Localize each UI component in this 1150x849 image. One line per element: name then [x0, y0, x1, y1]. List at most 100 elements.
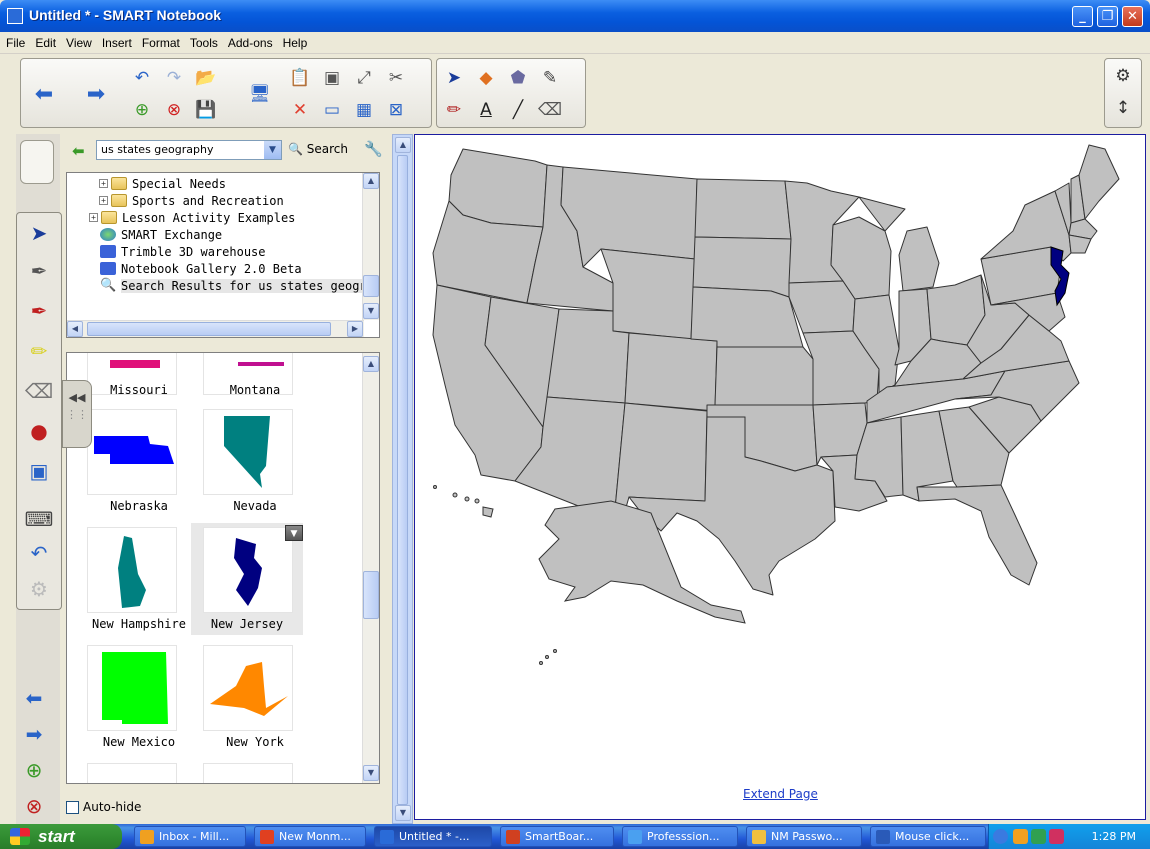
- open-file-icon[interactable]: 📂: [193, 65, 219, 91]
- thumbnail-new-mexico[interactable]: New Mexico: [79, 645, 179, 749]
- select-tool-icon[interactable]: ➤: [441, 65, 467, 91]
- eraser-shape-icon[interactable]: ⬟: [505, 65, 531, 91]
- magic-pen-icon[interactable]: ●: [21, 413, 57, 449]
- thumbnail-new-hampshire[interactable]: New Hampshire: [79, 527, 186, 631]
- autohide-checkbox[interactable]: [66, 800, 79, 814]
- redo-icon[interactable]: ↷: [161, 65, 187, 91]
- tree-item-special-needs[interactable]: + Special Needs: [99, 175, 226, 192]
- scroll-thumb[interactable]: [363, 275, 379, 297]
- thumbnails-vertical-scrollbar[interactable]: ▲ ▼: [362, 353, 379, 783]
- tree-horizontal-scrollbar[interactable]: ◀ ▶: [67, 320, 364, 337]
- panel-splitter[interactable]: ▲ ▼: [392, 134, 413, 824]
- settings-gear-icon[interactable]: ⚙: [1110, 63, 1136, 89]
- extend-page-link[interactable]: Extend Page: [743, 787, 818, 801]
- menu-tools[interactable]: Tools: [184, 32, 222, 50]
- taskbar-item-powerpoint[interactable]: SmartBoar...: [500, 826, 614, 847]
- expand-icon[interactable]: +: [89, 213, 98, 222]
- minimize-button[interactable]: _: [1072, 6, 1093, 27]
- tray-outlook-icon[interactable]: [1013, 829, 1028, 844]
- palette-collapse-handle[interactable]: ◀◀ ⋮⋮: [62, 380, 92, 448]
- thumbnail-nevada[interactable]: Nevada: [195, 409, 295, 513]
- toolbar-move-icon[interactable]: ↕: [1110, 95, 1136, 121]
- save-icon[interactable]: 💾: [193, 97, 219, 123]
- undo-palette-icon[interactable]: ↶: [21, 535, 57, 571]
- thumbnail-montana[interactable]: Montana: [195, 353, 295, 409]
- taskbar-item-ie[interactable]: Professsion...: [622, 826, 738, 847]
- tree-item-trimble[interactable]: Trimble 3D warehouse: [100, 243, 266, 260]
- text-tool-icon[interactable]: A: [473, 97, 499, 123]
- keyboard-icon[interactable]: ⌨: [21, 501, 57, 537]
- pen-icon[interactable]: ✒: [21, 253, 57, 289]
- paste-icon[interactable]: 📋: [287, 65, 313, 91]
- next-page-arrow-icon[interactable]: ➡: [83, 81, 109, 107]
- tray-network-icon[interactable]: [1031, 829, 1046, 844]
- tree-item-smart-exchange[interactable]: SMART Exchange: [100, 226, 222, 243]
- gallery-back-arrow-icon[interactable]: ⬅: [72, 142, 85, 160]
- menu-help[interactable]: Help: [277, 32, 312, 50]
- delete-icon[interactable]: ✕: [287, 97, 313, 123]
- notebook-canvas[interactable]: Extend Page: [414, 134, 1146, 820]
- delete-page-nav-icon[interactable]: ⊗: [20, 792, 48, 820]
- scroll-right-icon[interactable]: ▶: [347, 321, 363, 337]
- select-arrow-icon[interactable]: ➤: [21, 215, 57, 251]
- splitter-up-icon[interactable]: ▲: [395, 137, 411, 153]
- eraser-icon[interactable]: ⌫: [21, 373, 57, 409]
- add-page-nav-icon[interactable]: ⊕: [20, 756, 48, 784]
- tray-app-icon[interactable]: [1049, 829, 1064, 844]
- line-tool-icon[interactable]: ╱: [505, 97, 531, 123]
- menu-file[interactable]: File: [0, 32, 29, 50]
- palette-settings-icon[interactable]: ⚙: [21, 571, 57, 607]
- tree-item-sports[interactable]: + Sports and Recreation: [99, 192, 284, 209]
- thumbnail-nebraska[interactable]: Nebraska: [79, 409, 179, 513]
- tree-item-search-results[interactable]: 🔍 Search Results for us states geograph: [100, 277, 379, 294]
- splitter-down-icon[interactable]: ▼: [395, 805, 411, 821]
- full-screen-icon[interactable]: ⤢: [351, 65, 377, 91]
- pen-red-icon[interactable]: ✒: [21, 293, 57, 329]
- chevron-down-icon[interactable]: ▼: [264, 141, 281, 159]
- previous-page-arrow-icon[interactable]: ⬅: [31, 81, 57, 107]
- thumbnail-missouri[interactable]: Missouri: [79, 353, 179, 409]
- gallery-search-input[interactable]: us states geography ▼: [96, 140, 282, 160]
- search-button[interactable]: 🔍 Search: [288, 142, 348, 156]
- thumbnail-next[interactable]: [79, 763, 179, 783]
- next-page-nav-icon[interactable]: ➡: [20, 720, 48, 748]
- start-button[interactable]: start: [0, 824, 122, 849]
- add-page-icon[interactable]: ⊕: [129, 97, 155, 123]
- screen-shade-toggle-icon[interactable]: ▭: [319, 97, 345, 123]
- shapes-tool-icon[interactable]: ◆: [473, 65, 499, 91]
- thumbnail-new-york[interactable]: New York: [195, 645, 295, 749]
- h-scroll-thumb[interactable]: [87, 322, 331, 336]
- taskbar-item-notebook[interactable]: Untitled * -...: [374, 826, 492, 847]
- scroll-thumb[interactable]: [363, 571, 379, 619]
- scroll-left-icon[interactable]: ◀: [67, 321, 83, 337]
- menu-edit[interactable]: Edit: [29, 32, 60, 50]
- taskbar-item-folder[interactable]: NM Passwo...: [746, 826, 862, 847]
- tree-item-lesson-examples[interactable]: + Lesson Activity Examples: [89, 209, 295, 226]
- pens-tool-icon[interactable]: ✏: [441, 97, 467, 123]
- us-states-map[interactable]: [415, 135, 1145, 775]
- scroll-down-icon[interactable]: ▼: [363, 303, 379, 319]
- display-screen-icon[interactable]: 🖥: [247, 81, 273, 107]
- taskbar-item-inbox[interactable]: Inbox - Mill...: [134, 826, 246, 847]
- page-sorter-tab[interactable]: [20, 140, 54, 184]
- eraser-tool-icon[interactable]: ⌫: [537, 97, 563, 123]
- gallery-tools-icon[interactable]: 🔧: [364, 140, 383, 158]
- menu-addons[interactable]: Add-ons: [222, 32, 277, 50]
- undo-icon[interactable]: ↶: [129, 65, 155, 91]
- splitter-thumb[interactable]: [397, 155, 408, 805]
- scroll-up-icon[interactable]: ▲: [363, 173, 379, 189]
- screen-shade-icon[interactable]: ▣: [319, 65, 345, 91]
- close-document-icon[interactable]: ⊠: [383, 97, 409, 123]
- tree-item-gallery-beta[interactable]: Notebook Gallery 2.0 Beta: [100, 260, 302, 277]
- menu-format[interactable]: Format: [136, 32, 184, 50]
- menu-insert[interactable]: Insert: [96, 32, 136, 50]
- menu-view[interactable]: View: [60, 32, 96, 50]
- expand-icon[interactable]: +: [99, 179, 108, 188]
- notebook-icon[interactable]: ▣: [21, 453, 57, 489]
- tray-expand-icon[interactable]: [993, 829, 1008, 844]
- thumbnail-menu-dropdown-icon[interactable]: ▼: [285, 525, 303, 541]
- thumbnail-next[interactable]: [195, 763, 295, 783]
- thumbnail-new-jersey[interactable]: New Jersey ▼: [191, 523, 303, 635]
- tree-vertical-scrollbar[interactable]: ▲ ▼: [362, 173, 379, 320]
- fill-tool-icon[interactable]: ✎: [537, 65, 563, 91]
